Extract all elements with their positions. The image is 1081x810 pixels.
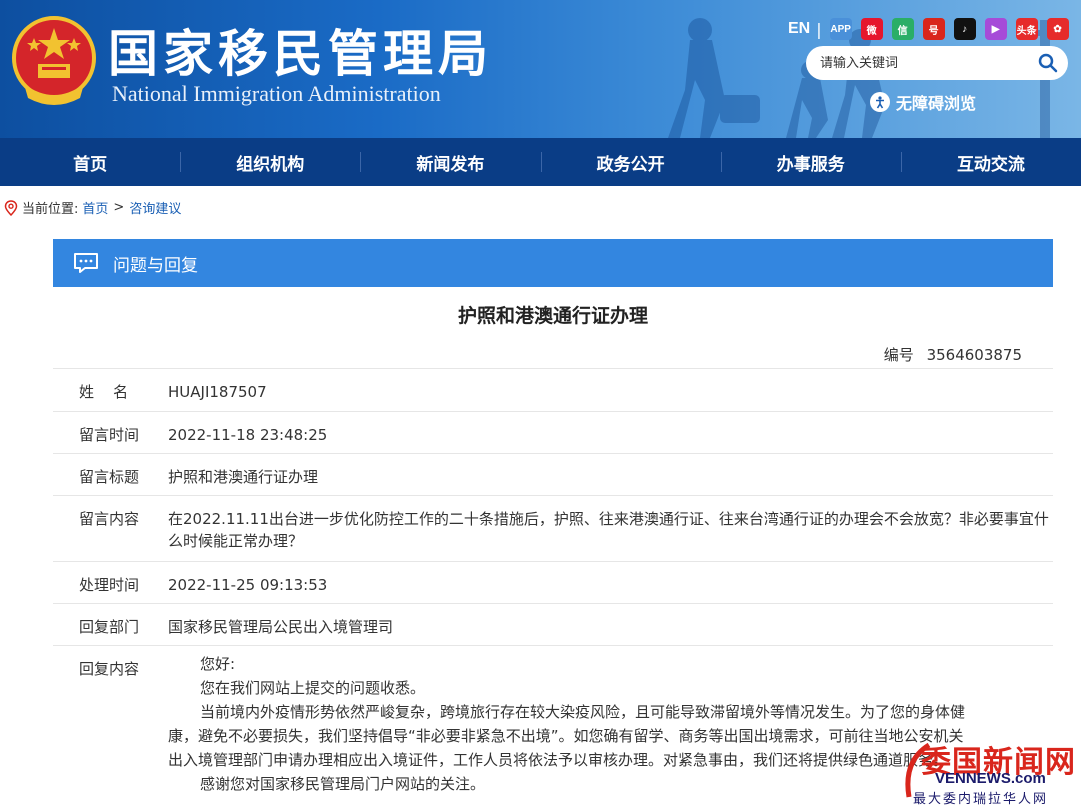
- name-value: HUAJI187507: [168, 383, 267, 401]
- nav-item-services[interactable]: 办事服务: [720, 138, 901, 186]
- watermark-subtitle: 最大委内瑞拉华人网: [913, 792, 1049, 807]
- question-title: 护照和港澳通行证办理: [457, 305, 648, 327]
- reply-line: 当前境内外疫情形势依然严峻复杂，跨境旅行存在较大染疫风险，且可能导致滞留境外等情…: [200, 703, 966, 721]
- nav-item-news[interactable]: 新闻发布: [360, 138, 540, 186]
- panel-heading: 问题与回复: [113, 255, 198, 276]
- vennews-watermark: 委国新闻网 VENNEWS.com 最大委内瑞拉华人网: [899, 737, 1077, 807]
- watermark-url: VENNEWS.com: [935, 770, 1046, 787]
- message-content-value: 在2022.11.11出台进一步优化防控工作的二十条措施后，护照、往来港澳通行证…: [168, 510, 1049, 550]
- table-row: 回复部门 国家移民管理局公民出入境管理司: [53, 603, 1053, 645]
- accessibility-icon: [870, 92, 890, 112]
- site-title-en: National Immigration Administration: [112, 81, 441, 106]
- site-title[interactable]: 国家移民管理局: [108, 14, 493, 86]
- number-value: 3564603875: [926, 346, 1022, 364]
- reply-dept-value: 国家移民管理局公民出入境管理司: [168, 618, 394, 636]
- nav-item-home[interactable]: 首页: [0, 138, 180, 186]
- divider: |: [816, 19, 822, 39]
- table-row: 留言标题 护照和港澳通行证办理: [53, 453, 1053, 495]
- table-row: 处理时间 2022-11-25 09:13:53: [53, 561, 1053, 603]
- toutiao-icon[interactable]: 头条: [1015, 18, 1038, 40]
- search-icon: [1038, 53, 1058, 73]
- table-row: 留言内容 在2022.11.11出台进一步优化防控工作的二十条措施后，护照、往来…: [53, 495, 1053, 561]
- breadcrumb: 当前位置: 首页 > 咨询建议: [4, 198, 181, 217]
- table-row: 留言时间 2022-11-18 23:48:25: [53, 411, 1053, 453]
- english-link[interactable]: EN: [788, 20, 810, 38]
- social-icons: APP 微信号 ♪ ▶ 头条 ✿: [829, 18, 1078, 40]
- handle-time-value: 2022-11-25 09:13:53: [168, 576, 328, 594]
- kuaishou-icon[interactable]: ▶: [984, 18, 1007, 40]
- question-number: 编号 3564603875: [884, 344, 1022, 365]
- accessibility-label: 无障碍浏览: [896, 94, 977, 113]
- other-app-icon[interactable]: ✿: [1046, 18, 1069, 40]
- breadcrumb-separator: >: [113, 200, 125, 215]
- reply-dept-label: 回复部门: [79, 618, 140, 636]
- accessibility-link[interactable]: 无障碍浏览: [870, 90, 976, 114]
- nav-item-interaction[interactable]: 互动交流: [900, 138, 1081, 186]
- site-header: 国家移民管理局 National Immigration Administrat…: [0, 0, 1081, 138]
- message-subject-value: 护照和港澳通行证办理: [168, 468, 319, 486]
- national-emblem-icon: [12, 16, 96, 105]
- breadcrumb-current-link[interactable]: 咨询建议: [129, 198, 181, 217]
- app-icon[interactable]: APP: [829, 18, 852, 40]
- message-time-value: 2022-11-18 23:48:25: [168, 426, 328, 444]
- wechat-icon[interactable]: 信: [891, 18, 914, 40]
- table-row: 姓 名 HUAJI187507: [53, 368, 1053, 411]
- reply-line: 您在我们网站上提交的问题收悉。: [200, 679, 426, 697]
- reply-line: 您好:: [200, 655, 236, 673]
- nav-item-government-affairs[interactable]: 政务公开: [540, 138, 721, 186]
- qa-panel: 问题与回复 护照和港澳通行证办理 编号 3564603875 姓 名 HUAJI…: [53, 239, 1053, 810]
- handle-time-label: 处理时间: [79, 576, 140, 594]
- toutiao-hao-icon[interactable]: 号: [922, 18, 945, 40]
- number-label: 编号: [883, 346, 914, 364]
- panel-header: 问题与回复: [53, 239, 1053, 287]
- search-button[interactable]: [1034, 49, 1062, 77]
- nav-item-organization[interactable]: 组织机构: [180, 138, 360, 186]
- reply-content-label: 回复内容: [79, 660, 140, 678]
- main-nav: 首页 组织机构 新闻发布 政务公开 办事服务 互动交流: [0, 138, 1081, 186]
- top-toolbar: EN | APP 微信号 ♪ ▶ 头条 ✿: [788, 18, 1078, 40]
- douyin-icon[interactable]: ♪: [953, 18, 976, 40]
- chat-bubble-icon: [74, 253, 98, 273]
- message-subject-label: 留言标题: [79, 468, 140, 486]
- name-label: 姓 名: [79, 383, 129, 401]
- search-box: [806, 46, 1068, 80]
- search-input[interactable]: [820, 55, 1020, 71]
- location-pin-icon: [4, 199, 18, 216]
- breadcrumb-home-link[interactable]: 首页: [82, 198, 108, 217]
- weibo-icon[interactable]: 微: [860, 18, 883, 40]
- breadcrumb-prefix: 当前位置:: [22, 202, 79, 217]
- message-time-label: 留言时间: [79, 426, 140, 444]
- message-content-label: 留言内容: [79, 510, 140, 528]
